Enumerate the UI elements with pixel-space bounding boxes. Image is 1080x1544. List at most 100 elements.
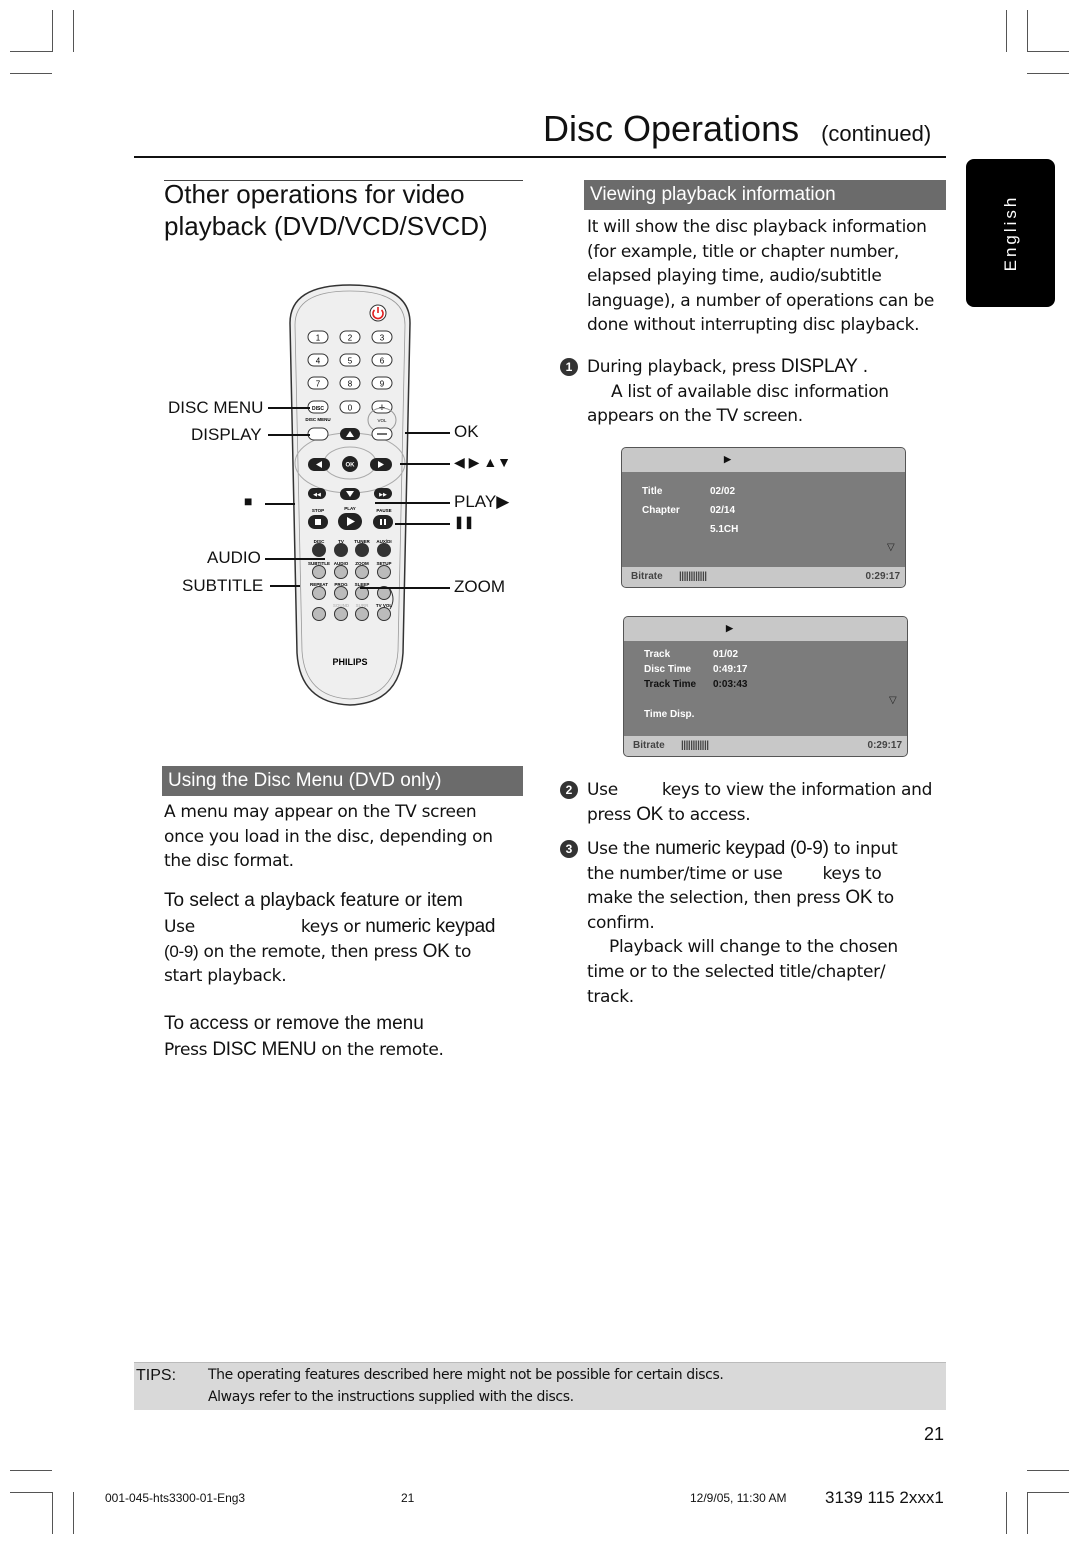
remote-round-button — [377, 543, 391, 557]
t: A list of available disc information — [611, 381, 889, 402]
remote-round-button — [334, 586, 348, 600]
t: keys to view the information and — [661, 780, 933, 800]
t: language), a number of operations can be — [587, 290, 935, 311]
step-2-text: Use keys to view the information and pres… — [587, 778, 957, 827]
callout-audio: AUDIO — [207, 548, 261, 567]
remote-round-button — [312, 607, 326, 621]
t: numeric keypad (0-9) — [655, 838, 829, 859]
keypad-label: 8 — [348, 380, 353, 389]
t: Use the — [587, 839, 650, 859]
bitrate-meter: |||||||||||| — [681, 740, 709, 751]
remote-round-button — [334, 565, 348, 579]
play-icon: ▶ — [724, 454, 731, 464]
t: to — [454, 941, 472, 962]
text-line: the disc format. — [164, 851, 294, 872]
svg-text:VOL: VOL — [377, 418, 387, 423]
scroll-down-icon: ▽ — [889, 695, 897, 706]
numeric-keypad: 1 2 3 4 5 6 7 8 9 — [307, 330, 393, 390]
remote-round-button — [377, 565, 391, 579]
t: elapsed playing time, audio/subtitle — [587, 266, 882, 287]
tips-line: Always refer to the instructions supplie… — [208, 1389, 574, 1405]
svg-text:STOP: STOP — [312, 508, 324, 513]
tips-line: The operating features described here mi… — [208, 1367, 724, 1383]
section-title: Other operations for video playback (DVD… — [164, 178, 544, 242]
disc-menu-text: A menu may appear on the TV screen once … — [164, 800, 524, 874]
t: appears on the TV screen. — [587, 406, 803, 427]
footer-date: 12/9/05, 11:30 AM — [690, 1491, 787, 1505]
scroll-down-icon: ▽ — [887, 542, 895, 553]
remote-control-illustration: 1 2 34 5 67 8 9 DISC DISC MENU 0 + VOL OK ◀◀ ▶… — [289, 284, 411, 706]
step-3-bullet: 3 — [560, 840, 578, 858]
leader-subtitle — [270, 585, 300, 587]
t: the number/time or use — [587, 863, 783, 884]
osd-value: 02/14 — [710, 505, 736, 516]
osd-label: Track Time — [644, 679, 697, 690]
keypad-label: 7 — [316, 380, 321, 389]
select-feature-text: Use keys or numeric keypad (0-9) on the r… — [164, 915, 524, 989]
page-title: Disc Operations (continued) — [543, 108, 931, 150]
callout-display: DISPLAY — [191, 425, 262, 444]
viewing-info-intro: It will show the disc playback informati… — [587, 215, 957, 338]
osd-label: Track — [644, 649, 671, 660]
osd-label: Disc Time — [644, 664, 692, 675]
svg-text:PAUSE: PAUSE — [376, 508, 391, 513]
t: DISC MENU — [212, 1039, 317, 1060]
leader-zoom — [360, 587, 450, 589]
t: make the selection, then press — [587, 888, 841, 909]
page-title-continued: (continued) — [821, 121, 932, 146]
t: (0-9) — [164, 941, 199, 961]
callout-disc-menu: DISC MENU — [168, 398, 264, 417]
remote-round-button — [312, 565, 326, 579]
remote-round-button — [334, 543, 348, 557]
remote-round-button — [312, 543, 326, 557]
callout-ok: OK — [454, 422, 479, 441]
t: confirm. — [587, 912, 655, 933]
t: time or to the selected title/chapter/ — [587, 961, 886, 982]
t: press — [587, 804, 632, 825]
osd-time-disp: Time Disp. — [644, 709, 695, 720]
svg-text:OK: OK — [346, 463, 356, 469]
t: track. — [587, 986, 634, 1007]
osd-value: 01/02 — [713, 649, 739, 660]
remote-round-button — [334, 607, 348, 621]
t: keys or — [300, 917, 361, 937]
callout-subtitle: SUBTITLE — [182, 576, 264, 595]
section-title-line1: Other operations for video — [164, 179, 465, 209]
svg-text:▶▶: ▶▶ — [379, 492, 387, 498]
bitrate-meter: |||||||||||| — [679, 571, 707, 582]
elapsed-time: 0:29:17 — [865, 571, 900, 582]
t: Press — [164, 1040, 208, 1060]
osd-value: 5.1CH — [710, 524, 739, 535]
remote-round-button — [377, 607, 391, 621]
callout-arrow-keys-icon: ◀ ▶ ▲▼ — [454, 454, 512, 470]
callout-stop-icon: ■ — [244, 493, 253, 509]
remote-round-button — [355, 543, 369, 557]
t: to — [877, 888, 894, 909]
select-feature-heading: To select a playback feature or item — [164, 890, 463, 911]
access-menu-heading: To access or remove the menu — [164, 1013, 424, 1034]
osd-screen-cd: ▶ Track 01/02 Disc Time 0:49:17 Track Ti… — [623, 616, 908, 757]
t: start playback. — [164, 966, 287, 987]
viewing-info-heading-bar: Viewing playback information — [584, 180, 946, 210]
osd-label: Chapter — [642, 505, 680, 516]
leader-audio — [265, 558, 325, 560]
svg-text:PLAY: PLAY — [344, 506, 356, 511]
t: done without interrupting disc playback. — [587, 315, 920, 336]
t: During playback, press — [587, 357, 776, 377]
leader-play — [375, 502, 450, 504]
t: to input — [833, 839, 898, 859]
keypad-label: 2 — [348, 334, 353, 343]
footer-file: 001-045-hts3300-01-Eng3 — [105, 1491, 246, 1505]
svg-text:◀◀: ◀◀ — [313, 492, 321, 498]
svg-text:DISC MENU: DISC MENU — [305, 417, 330, 422]
remote-round-button — [312, 586, 326, 600]
keypad-label: 4 — [316, 357, 321, 366]
language-tab: English — [966, 159, 1055, 307]
leader-display — [268, 434, 310, 436]
t: keys to — [822, 863, 882, 884]
t: numeric keypad — [365, 916, 496, 937]
remote-round-button — [355, 607, 369, 621]
t: . — [862, 357, 868, 377]
text-line: once you load in the disc, depending on — [164, 826, 493, 847]
osd-label: Title — [642, 486, 663, 497]
